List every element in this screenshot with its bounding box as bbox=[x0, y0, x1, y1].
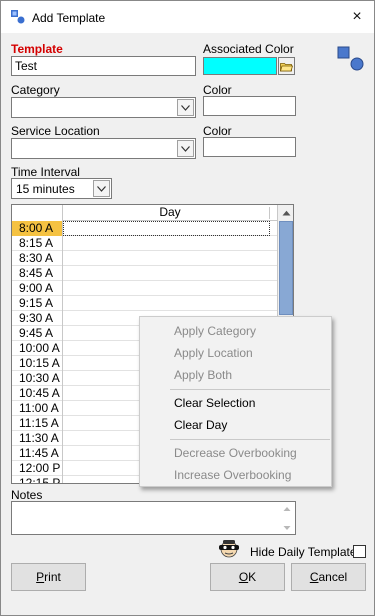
grid-row[interactable]: 9:15 A bbox=[12, 296, 277, 311]
time-slot-label: 11:15 A bbox=[12, 416, 63, 431]
associated-color-swatch[interactable] bbox=[203, 57, 277, 75]
day-cell[interactable] bbox=[63, 296, 270, 311]
print-accelerator: P bbox=[36, 570, 45, 584]
menu-item-clear-day[interactable]: Clear Day bbox=[174, 418, 227, 432]
day-cell[interactable] bbox=[63, 221, 270, 236]
folder-icon bbox=[280, 62, 293, 71]
notes-label: Notes bbox=[11, 488, 43, 502]
category-color-label: Color bbox=[203, 83, 232, 97]
grid-header: Day bbox=[12, 205, 277, 221]
time-slot-label: 9:45 A bbox=[12, 326, 63, 341]
time-interval-select[interactable]: 15 minutes bbox=[11, 178, 112, 199]
robber-mask-icon bbox=[219, 540, 239, 558]
category-color-field[interactable] bbox=[203, 96, 296, 116]
ok-button[interactable]: OK bbox=[210, 563, 285, 591]
service-color-label: Color bbox=[203, 124, 232, 138]
menu-item-apply-both[interactable]: Apply Both bbox=[174, 368, 232, 382]
time-slot-label: 11:00 A bbox=[12, 401, 63, 416]
day-cell[interactable] bbox=[63, 266, 270, 281]
column-divider bbox=[269, 207, 270, 219]
category-select[interactable] bbox=[11, 97, 196, 118]
time-slot-label: 8:00 A bbox=[12, 221, 63, 236]
service-location-label: Service Location bbox=[11, 124, 100, 138]
grid-row[interactable]: 9:00 A bbox=[12, 281, 277, 296]
window-title: Add Template bbox=[32, 11, 106, 25]
print-button[interactable]: Print bbox=[11, 563, 86, 591]
time-slot-label: 8:15 A bbox=[12, 236, 63, 251]
title-bar: Add Template × bbox=[1, 1, 374, 33]
template-label: Template bbox=[11, 42, 63, 56]
day-cell[interactable] bbox=[63, 251, 270, 266]
cancel-button[interactable]: Cancel bbox=[291, 563, 366, 591]
cancel-accelerator: C bbox=[309, 570, 319, 584]
scroll-up-icon[interactable] bbox=[278, 205, 293, 221]
service-color-field[interactable] bbox=[203, 137, 296, 157]
notes-scrollbar[interactable] bbox=[280, 503, 294, 534]
context-menu: Apply Category Apply Location Apply Both… bbox=[139, 316, 332, 487]
day-column-header[interactable]: Day bbox=[63, 205, 277, 221]
time-slot-label: 12:00 P bbox=[12, 461, 63, 476]
category-label: Category bbox=[11, 83, 60, 97]
cancel-label: ancel bbox=[318, 570, 348, 584]
grid-row[interactable]: 8:00 A bbox=[12, 221, 277, 236]
menu-item-increase-overbooking[interactable]: Increase Overbooking bbox=[174, 468, 291, 482]
close-button[interactable]: × bbox=[340, 1, 374, 33]
menu-item-clear-selection[interactable]: Clear Selection bbox=[174, 396, 255, 410]
time-interval-label: Time Interval bbox=[11, 165, 80, 179]
hide-daily-template-checkbox[interactable] bbox=[353, 545, 366, 558]
time-slot-label: 10:00 A bbox=[12, 341, 63, 356]
template-icon bbox=[11, 10, 25, 24]
time-slot-label: 8:45 A bbox=[12, 266, 63, 281]
scroll-thumb[interactable] bbox=[279, 221, 293, 315]
print-label: rint bbox=[44, 570, 61, 584]
template-name-input[interactable]: Test bbox=[11, 56, 196, 76]
menu-item-decrease-overbooking[interactable]: Decrease Overbooking bbox=[174, 446, 297, 460]
time-slot-label: 9:15 A bbox=[12, 296, 63, 311]
notes-textarea[interactable] bbox=[11, 501, 296, 535]
add-template-dialog: Add Template × Template Test Associated … bbox=[0, 0, 375, 616]
menu-separator bbox=[170, 439, 330, 440]
day-cell[interactable] bbox=[63, 236, 270, 251]
associated-color-label: Associated Color bbox=[203, 42, 294, 56]
time-slot-label: 9:30 A bbox=[12, 311, 63, 326]
close-icon: × bbox=[352, 8, 362, 25]
time-slot-label: 12:15 P bbox=[12, 476, 63, 483]
menu-item-apply-category[interactable]: Apply Category bbox=[174, 324, 256, 338]
grid-row[interactable]: 8:30 A bbox=[12, 251, 277, 266]
service-location-select[interactable] bbox=[11, 138, 196, 159]
time-interval-value: 15 minutes bbox=[16, 182, 75, 196]
color-picker-button[interactable] bbox=[278, 57, 295, 75]
time-slot-label: 8:30 A bbox=[12, 251, 63, 266]
time-slot-label: 11:45 A bbox=[12, 446, 63, 461]
shapes-icon bbox=[337, 46, 364, 71]
time-slot-label: 11:30 A bbox=[12, 431, 63, 446]
day-cell[interactable] bbox=[63, 281, 270, 296]
chevron-down-icon[interactable] bbox=[177, 99, 194, 116]
grid-row[interactable]: 8:45 A bbox=[12, 266, 277, 281]
chevron-down-icon[interactable] bbox=[177, 140, 194, 157]
time-slot-label: 10:30 A bbox=[12, 371, 63, 386]
hide-daily-template-label: Hide Daily Template bbox=[250, 545, 357, 559]
grid-corner bbox=[12, 205, 63, 221]
menu-separator bbox=[170, 389, 330, 390]
chevron-down-icon[interactable] bbox=[93, 180, 110, 197]
menu-item-apply-location[interactable]: Apply Location bbox=[174, 346, 253, 360]
time-slot-label: 9:00 A bbox=[12, 281, 63, 296]
ok-accelerator: O bbox=[238, 570, 249, 584]
time-slot-label: 10:15 A bbox=[12, 356, 63, 371]
ok-label: K bbox=[248, 570, 257, 584]
time-slot-label: 10:45 A bbox=[12, 386, 63, 401]
grid-row[interactable]: 8:15 A bbox=[12, 236, 277, 251]
